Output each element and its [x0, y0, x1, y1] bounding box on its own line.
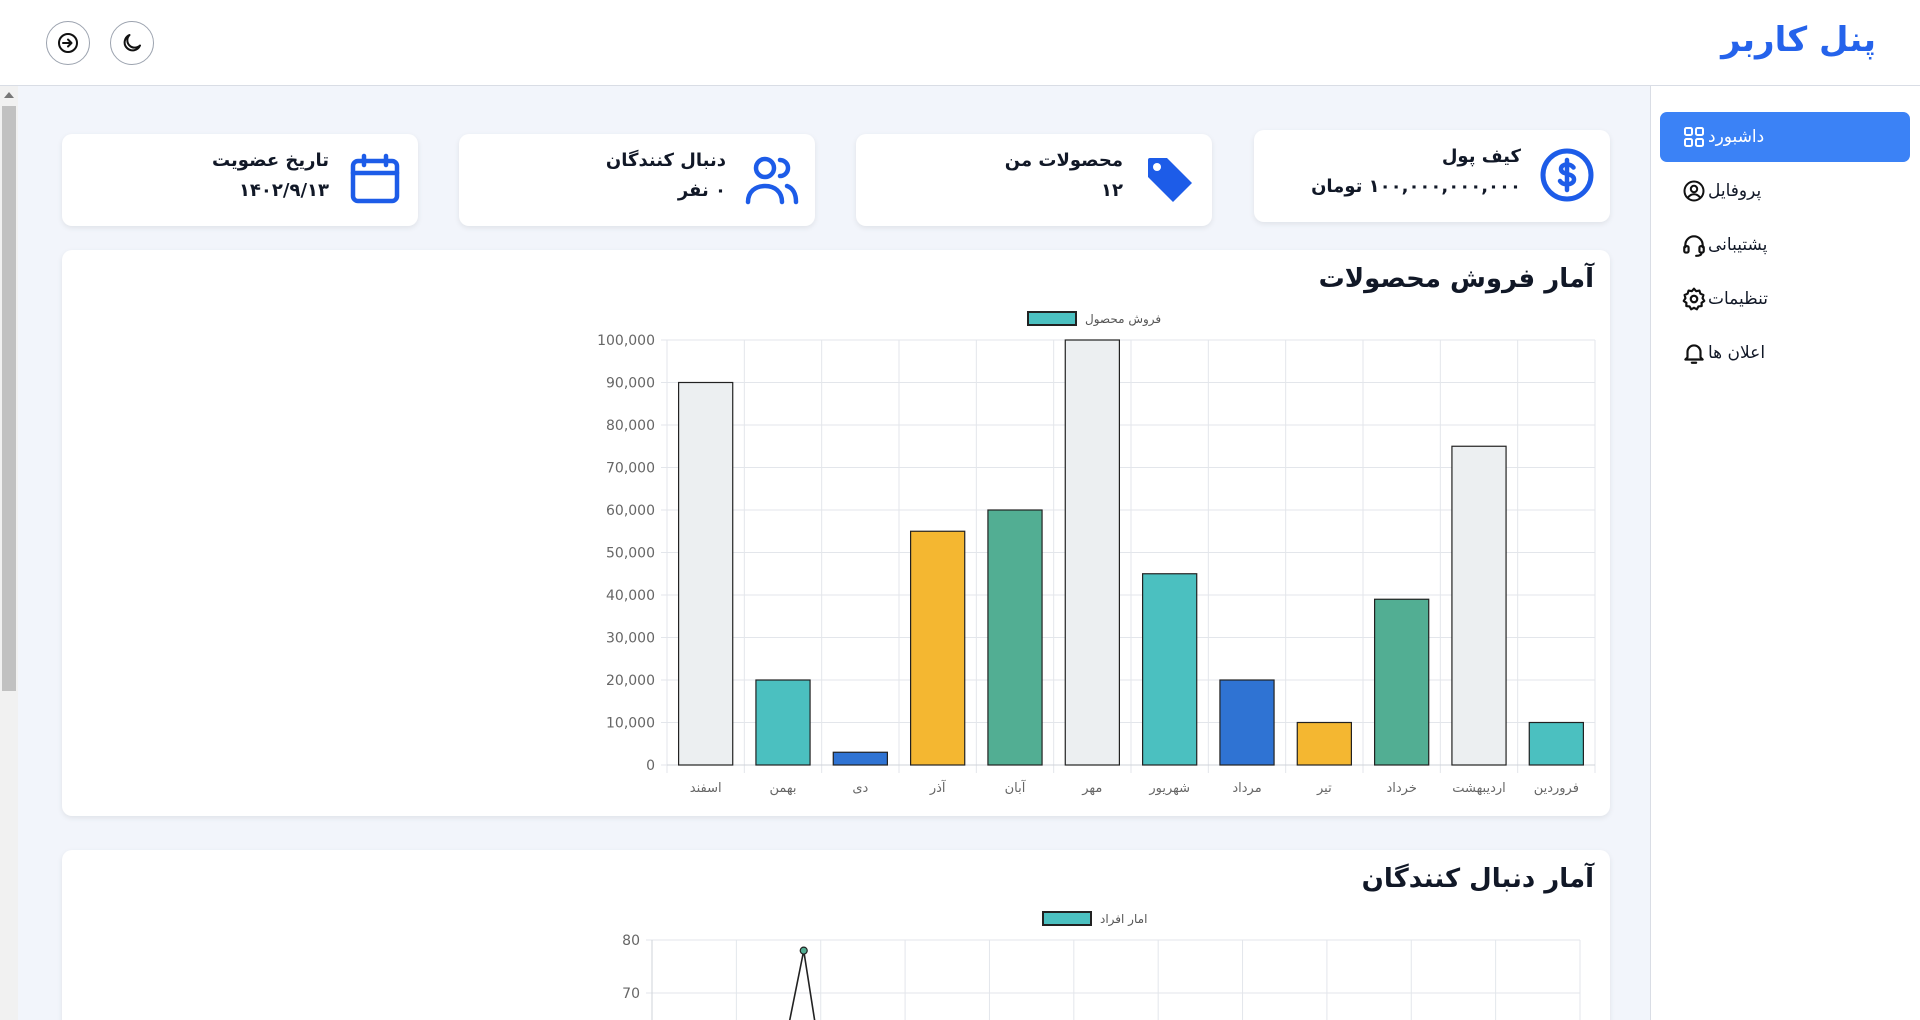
- sidebar-item-notifications[interactable]: اعلان ها: [1660, 328, 1910, 378]
- x-tick-label: آبان: [1005, 779, 1027, 796]
- y-tick-label: 40,000: [606, 588, 655, 604]
- membership-card: تاریخ عضویت ۱۴۰۲/۹/۱۳: [62, 134, 418, 226]
- headset-icon: [1680, 231, 1708, 259]
- x-tick-label: مرداد: [1232, 781, 1261, 796]
- users-icon: [743, 150, 801, 208]
- page-scrollbar[interactable]: [0, 86, 18, 1020]
- bar-5: [1219, 679, 1275, 766]
- sidebar-item-label: تنظیمات: [1708, 289, 1768, 309]
- followers-chart-card: آمار دنبال کنندگان امار افراد 70 80: [62, 850, 1610, 1020]
- sidebar-item-label: پروفایل: [1708, 181, 1762, 201]
- products-card: محصولات من ۱۲: [856, 134, 1212, 226]
- followers-card: دنبال کنندگان ۰ نفر: [459, 134, 815, 226]
- y-tick-label: 80: [622, 933, 640, 949]
- products-value: ۱۲: [1101, 180, 1123, 201]
- bar-1: [1528, 721, 1585, 766]
- bar-6: [1141, 573, 1198, 766]
- gear-icon: [1680, 285, 1708, 313]
- sidebar-item-settings[interactable]: تنظیمات: [1660, 274, 1910, 324]
- bar-11: [755, 679, 811, 766]
- x-tick-label: تیر: [1316, 781, 1332, 796]
- y-tick-label: 10,000: [606, 716, 655, 732]
- y-tick-label: 20,000: [606, 673, 655, 689]
- user-circle-icon: [1680, 177, 1708, 205]
- wallet-card: کیف پول ۱۰۰,۰۰۰,۰۰۰,۰۰۰ تومان: [1254, 130, 1610, 222]
- calendar-icon: [346, 150, 404, 208]
- scroll-thumb[interactable]: [2, 106, 16, 691]
- wallet-title: کیف پول: [1441, 146, 1521, 167]
- y-tick-label: 70,000: [606, 461, 655, 477]
- x-tick-label: اسفند: [690, 781, 722, 796]
- bar-2: [1451, 445, 1507, 766]
- sidebar-item-label: پشتیبانی: [1708, 235, 1768, 255]
- logout-button[interactable]: [46, 21, 90, 65]
- wallet-value: ۱۰۰,۰۰۰,۰۰۰,۰۰۰ تومان: [1311, 176, 1521, 197]
- bar-12: [677, 381, 734, 766]
- sidebar-item-profile[interactable]: پروفایل: [1660, 166, 1910, 216]
- theme-toggle-button[interactable]: [110, 21, 154, 65]
- moon-icon: [123, 34, 141, 52]
- bar-7: [1064, 339, 1120, 766]
- dashboard-grid-icon: [1680, 123, 1708, 151]
- x-tick-label: دی: [852, 781, 868, 796]
- x-tick-label: مهر: [1081, 781, 1102, 796]
- sidebar-item-label: اعلان ها: [1708, 343, 1766, 363]
- scroll-up-arrow-icon[interactable]: [4, 92, 14, 98]
- dollar-icon: [1538, 146, 1596, 204]
- sidebar-item-label: داشبورد: [1708, 127, 1765, 147]
- y-tick-label: 70: [622, 986, 640, 1002]
- sidebar-item-dashboard[interactable]: داشبورد: [1660, 112, 1910, 162]
- top-header: پنل کاربر: [0, 0, 1920, 86]
- y-tick-label: 80,000: [606, 418, 655, 434]
- products-title: محصولات من: [1004, 150, 1123, 171]
- followers-value: ۰ نفر: [677, 180, 726, 201]
- y-tick-label: 90,000: [606, 376, 655, 392]
- bar-8: [987, 509, 1043, 766]
- membership-value: ۱۴۰۲/۹/۱۳: [238, 180, 329, 201]
- bell-icon: [1680, 339, 1708, 367]
- sales-chart-card: آمار فروش محصولات فروش محصول 0 10,000 20,0…: [62, 250, 1610, 816]
- data-point: [799, 946, 808, 955]
- followers-title: دنبال کنندگان: [605, 150, 726, 171]
- x-tick-label: فروردین: [1534, 781, 1579, 796]
- membership-title: تاریخ عضویت: [211, 150, 329, 171]
- login-icon: [58, 33, 78, 53]
- x-tick-label: خرداد: [1386, 781, 1416, 796]
- bar-3: [1373, 598, 1430, 766]
- y-tick-label: 50,000: [606, 546, 655, 562]
- y-tick-label: 0: [646, 758, 655, 774]
- sidebar: داشبورد پروفایل پشتیبانی تنظیمات اعلان ه…: [1650, 86, 1920, 1020]
- y-tick-label: 60,000: [606, 503, 655, 519]
- bar-10: [832, 751, 888, 766]
- series-line: [788, 950, 816, 1020]
- x-tick-label: اردیبهشت: [1452, 781, 1506, 796]
- y-tick-label: 30,000: [606, 631, 655, 647]
- y-tick-label: 100,000: [597, 333, 655, 349]
- x-tick-label: آذر: [929, 779, 947, 796]
- sales-bar-chart: 0 10,000 20,000 30,000 40,000 50,000 60,000 70,…: [597, 333, 1596, 796]
- bar-4: [1296, 721, 1353, 766]
- x-tick-label: شهریور: [1148, 781, 1190, 796]
- sidebar-item-support[interactable]: پشتیبانی: [1660, 220, 1910, 270]
- brand-title[interactable]: پنل کاربر: [1721, 20, 1876, 60]
- tag-icon: [1140, 150, 1198, 208]
- followers-line-chart: 70 80: [622, 933, 1581, 1020]
- x-tick-label: بهمن: [769, 781, 796, 796]
- bar-9: [909, 530, 966, 766]
